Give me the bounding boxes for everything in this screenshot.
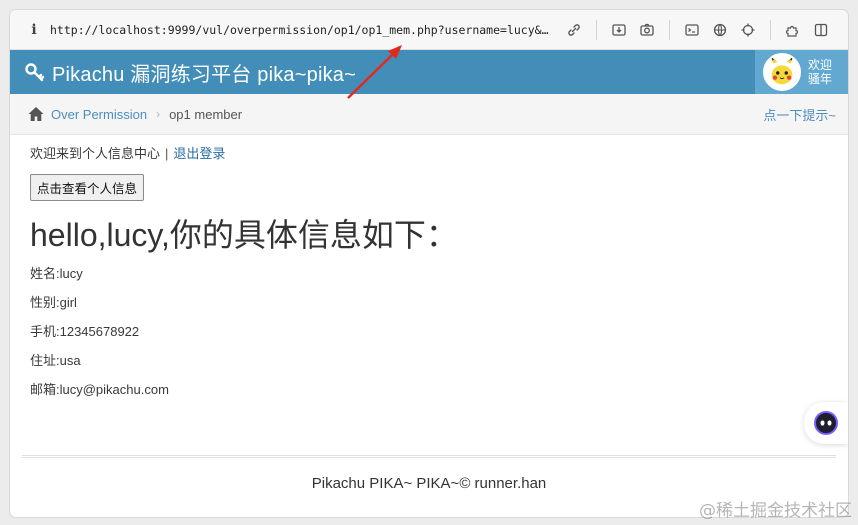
browser-window: i http://localhost:9999/vul/overpermissi… <box>10 10 848 517</box>
info-phone: 手机:12345678922 <box>30 324 140 339</box>
profile-heading: hello,lucy,你的具体信息如下： <box>30 217 458 253</box>
toolbar-divider <box>596 19 597 40</box>
crosshair-icon[interactable] <box>737 19 759 41</box>
welcome-line-2: 骚年 <box>808 72 833 86</box>
welcome-line: 欢迎来到个人信息中心 | 退出登录 <box>30 144 830 164</box>
footer-text: Pikachu PIKA~ PIKA~© runner.han <box>311 475 547 492</box>
home-icon[interactable] <box>27 105 45 123</box>
terminal-icon[interactable] <box>681 19 703 41</box>
brand[interactable]: Pikachu 漏洞练习平台 pika~pika~ <box>24 58 356 87</box>
breadcrumb-current: op1 member <box>169 106 243 122</box>
globe-icon[interactable] <box>709 19 731 41</box>
camera-icon[interactable] <box>636 19 658 41</box>
avatar <box>763 53 801 91</box>
info-address: 住址:usa <box>30 353 81 368</box>
sidebar-icon[interactable] <box>810 19 832 41</box>
address-bar[interactable]: i http://localhost:9999/vul/overpermissi… <box>10 10 848 50</box>
breadcrumb-link-over-permission[interactable]: Over Permission <box>51 107 147 122</box>
link-icon[interactable] <box>563 19 585 41</box>
toolbar-divider <box>669 19 670 40</box>
assistant-widget[interactable] <box>804 402 848 444</box>
info-email: 邮箱:lucy@pikachu.com <box>30 382 169 397</box>
welcome-message: 欢迎来到个人信息中心 <box>30 146 161 161</box>
separator: | <box>165 146 169 161</box>
extension-icon[interactable] <box>782 19 804 41</box>
welcome-text: 欢迎 骚年 <box>808 58 832 86</box>
hint-link[interactable]: 点一下提示~ <box>763 105 836 124</box>
site-title: Pikachu 漏洞练习平台 pika~pika~ <box>52 63 357 86</box>
watermark: @稀土掘金技术社区 <box>699 501 852 521</box>
key-icon <box>25 63 45 82</box>
user-menu[interactable]: 欢迎 骚年 <box>755 50 848 94</box>
logout-link[interactable]: 退出登录 <box>173 146 225 161</box>
url-text[interactable]: http://localhost:9999/vul/overpermission… <box>50 23 550 37</box>
info-gender: 性别:girl <box>30 295 77 310</box>
chevron-right-icon: › <box>156 107 161 121</box>
assistant-icon <box>814 411 838 435</box>
save-icon[interactable] <box>608 19 630 41</box>
browser-toolbar <box>560 19 835 41</box>
view-profile-button[interactable]: 点击查看个人信息 <box>30 174 145 201</box>
toolbar-divider <box>770 19 771 40</box>
site-header: Pikachu 漏洞练习平台 pika~pika~ 欢迎 骚年 <box>10 50 848 94</box>
main-content: 欢迎来到个人信息中心 | 退出登录 点击查看个人信息 hello,lucy,你的具体… <box>30 144 830 400</box>
info-name: 姓名:lucy <box>30 266 83 281</box>
footer-divider <box>22 455 836 458</box>
breadcrumb: Over Permission › op1 member 点一下提示~ <box>10 94 848 135</box>
welcome-line-1: 欢迎 <box>808 58 833 72</box>
info-icon[interactable]: i <box>24 22 44 38</box>
